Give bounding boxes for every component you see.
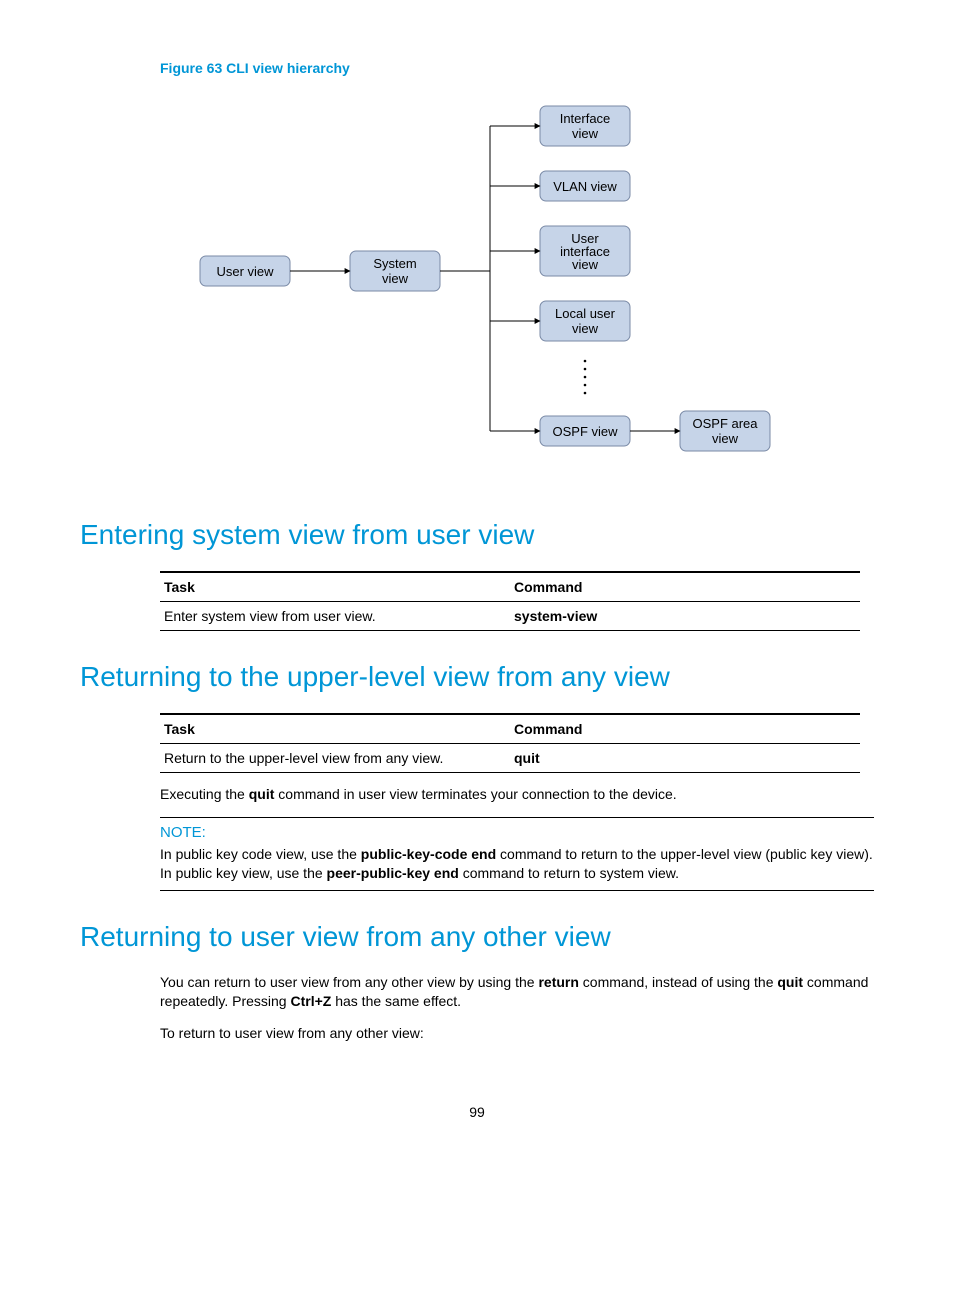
paragraph-return-explanation: You can return to user view from any oth… [160,973,874,1012]
node-vlan-view: VLAN view [540,171,630,201]
svg-text:view: view [382,271,409,286]
node-ospf-area-view: OSPF area view [680,411,770,451]
th-task: Task [160,714,510,744]
table-entering-system-view: Task Command Enter system view from user… [160,571,860,631]
paragraph-to-return: To return to user view from any other vi… [160,1024,874,1044]
svg-text:view: view [572,321,599,336]
note-text: In public key code view, use the public-… [160,845,874,884]
figure-caption: Figure 63 CLI view hierarchy [160,60,874,76]
svg-text:Interface: Interface [560,111,611,126]
node-ospf-view: OSPF view [540,416,630,446]
td-task: Enter system view from user view. [160,602,510,631]
heading-entering-system-view: Entering system view from user view [80,519,874,551]
th-task: Task [160,572,510,602]
svg-text:view: view [712,431,739,446]
paragraph-quit-explanation: Executing the quit command in user view … [160,785,874,805]
td-command: quit [510,744,860,773]
svg-text:Local user: Local user [555,306,616,321]
svg-text:User view: User view [216,264,274,279]
heading-returning-user-view: Returning to user view from any other vi… [80,921,874,953]
th-command: Command [510,714,860,744]
note-box: NOTE: In public key code view, use the p… [160,817,874,891]
heading-returning-upper-level: Returning to the upper-level view from a… [80,661,874,693]
svg-text:view: view [572,126,599,141]
node-user-view: User view [200,256,290,286]
svg-text:OSPF view: OSPF view [552,424,618,439]
td-task: Return to the upper-level view from any … [160,744,510,773]
svg-text:view: view [572,257,599,272]
svg-text:System: System [373,256,416,271]
th-command: Command [510,572,860,602]
page-number: 99 [80,1104,874,1120]
svg-text:VLAN view: VLAN view [553,179,617,194]
table-returning-upper-level: Task Command Return to the upper-level v… [160,713,860,773]
ellipsis-icon [584,360,587,395]
note-label: NOTE: [160,824,874,841]
td-command: system-view [510,602,860,631]
svg-text:OSPF area: OSPF area [692,416,758,431]
node-interface-view: Interface view [540,106,630,146]
node-local-user-view: Local user view [540,301,630,341]
node-system-view: System view [350,251,440,291]
node-user-interface-view: User interface view [540,226,630,276]
cli-view-hierarchy-diagram: User view System view Interface view VLA… [160,96,874,479]
